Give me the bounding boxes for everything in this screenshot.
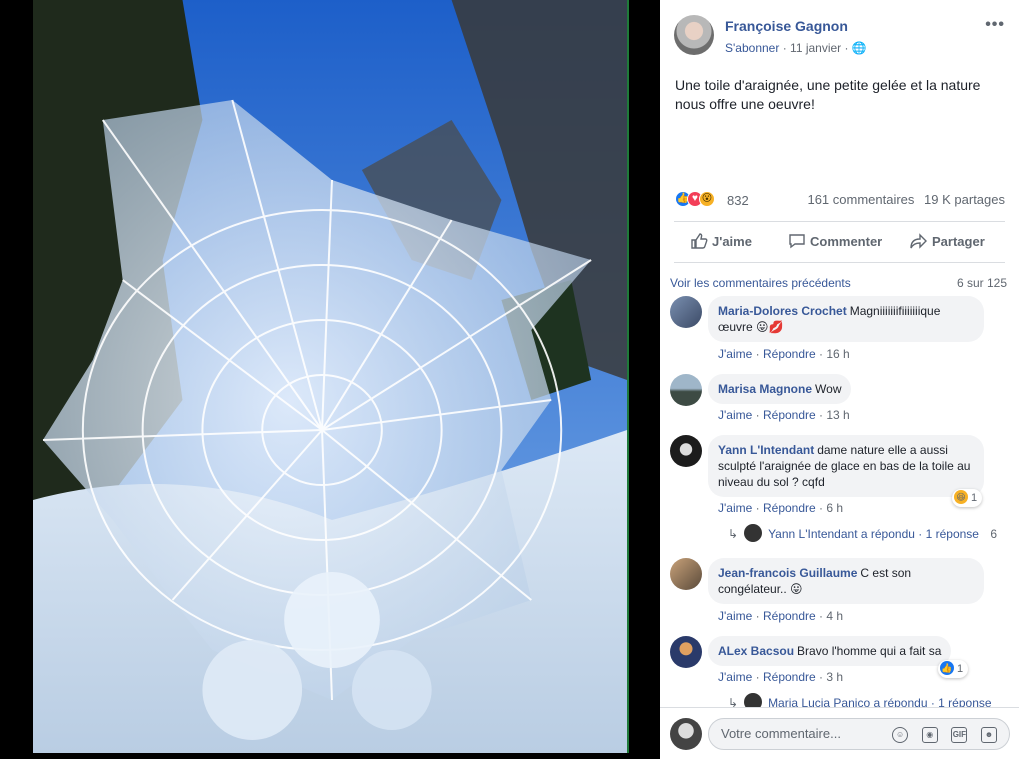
like-reaction-icon: 👍 xyxy=(940,661,954,676)
shares-count[interactable]: 19 K partages xyxy=(924,192,1005,207)
comment-composer: Votre commentaire... ☺ ◉ GIF ☻ xyxy=(660,707,1019,759)
globe-icon: 🌐 xyxy=(851,41,867,55)
comment-actions: J'aime · Répondre · 3 h xyxy=(718,670,844,684)
reply-avatar xyxy=(744,524,763,543)
post-text: Une toile d'araignée, une petite gelée e… xyxy=(675,77,981,112)
more-options-icon[interactable]: ••• xyxy=(985,16,1005,34)
comment-bubble: Yann L'Intendant dame nature elle a aussi… xyxy=(708,435,984,497)
commenter-name[interactable]: Jean-francois Guillaume xyxy=(718,566,857,580)
reply-author[interactable]: Maria Lucia Panico a répondu xyxy=(768,696,927,707)
commenter-avatar[interactable] xyxy=(670,296,702,328)
commenter-name[interactable]: Maria-Dolores Crochet xyxy=(718,304,847,318)
commenter-avatar[interactable] xyxy=(670,374,702,406)
comment-reply-link[interactable]: Répondre xyxy=(763,670,816,684)
comment-like-link[interactable]: J'aime xyxy=(718,501,752,515)
photo-viewer xyxy=(0,0,660,759)
comment-actions: J'aime · Répondre · 16 h xyxy=(718,347,850,361)
comment-bubble: ALex Bacsou Bravo l'homme qui a fait sa xyxy=(708,636,952,666)
comment-actions: J'aime · Répondre · 13 h xyxy=(718,408,850,422)
share-button[interactable]: Partager xyxy=(910,222,985,262)
reply-author[interactable]: Yann L'Intendant a répondu xyxy=(768,527,915,541)
post-photo[interactable] xyxy=(33,0,629,753)
like-button[interactable]: J'aime xyxy=(690,222,752,262)
share-label: Partager xyxy=(932,234,985,249)
comment-reactions-badge[interactable]: 😆 1 xyxy=(952,489,983,507)
comment-bubble: Jean-francois Guillaume C est son congéla… xyxy=(708,558,984,604)
post-actions: J'aime Commenter Partager xyxy=(674,221,1005,263)
like-label: J'aime xyxy=(712,234,752,249)
emoji-icon[interactable]: ☺ xyxy=(892,726,909,743)
meta-separator: · xyxy=(782,41,791,55)
reaction-count: 1 xyxy=(971,492,978,504)
sticker-icon[interactable]: ☻ xyxy=(981,726,997,743)
haha-reaction-icon: 😆 xyxy=(954,490,968,505)
post-header: Françoise Gagnon S'abonner · 11 janvier … xyxy=(674,14,1009,60)
reply-count[interactable]: 1 réponse xyxy=(926,527,979,541)
comments-pagination-count: 6 sur 125 xyxy=(956,276,1007,290)
share-icon xyxy=(910,233,927,249)
gif-icon[interactable]: GIF xyxy=(951,726,968,743)
comment-time[interactable]: 3 h xyxy=(826,670,843,684)
commenter-name[interactable]: Yann L'Intendant xyxy=(718,443,814,457)
replies-row[interactable]: ↳ Maria Lucia Panico a répondu · 1 répons… xyxy=(728,693,992,707)
reply-arrow-icon: ↳ xyxy=(728,696,739,707)
comment-time[interactable]: 6 h xyxy=(826,501,843,515)
comment-like-link[interactable]: J'aime xyxy=(718,670,752,684)
comment-reply-link[interactable]: Répondre xyxy=(763,501,816,515)
comment-text: Wow xyxy=(815,382,842,396)
commenter-avatar[interactable] xyxy=(670,558,702,590)
comment-like-link[interactable]: J'aime xyxy=(718,347,752,361)
comment-bubble: Marisa Magnone Wow xyxy=(708,374,852,404)
comment-icon xyxy=(789,234,805,249)
ice-spiderweb-image xyxy=(33,0,627,753)
meta-separator: · xyxy=(844,41,852,55)
comment-input-placeholder: Votre commentaire... xyxy=(721,726,841,741)
camera-icon[interactable]: ◉ xyxy=(921,726,938,743)
comment-label: Commenter xyxy=(810,234,883,249)
commenter-name[interactable]: ALex Bacsou xyxy=(718,644,794,658)
reply-count[interactable]: 1 réponse xyxy=(938,696,991,707)
comment-time[interactable]: 16 h xyxy=(826,347,849,361)
comment-like-link[interactable]: J'aime xyxy=(718,609,752,623)
thumbs-up-icon xyxy=(691,233,708,249)
author-avatar[interactable] xyxy=(674,15,714,55)
comment-text: Bravo l'homme qui a fait sa xyxy=(797,644,942,658)
commenter-name[interactable]: Marisa Magnone xyxy=(718,382,812,396)
wow-reaction-icon: 😮 xyxy=(699,191,715,207)
reply-separator: · xyxy=(914,527,926,541)
reaction-count: 1 xyxy=(957,663,964,675)
comment-reply-link[interactable]: Répondre xyxy=(763,408,816,422)
commenter-avatar[interactable] xyxy=(670,636,702,668)
commenter-avatar[interactable] xyxy=(670,435,702,467)
post-meta: S'abonner · 11 janvier · 🌐 xyxy=(725,41,867,55)
view-previous-comments-link[interactable]: Voir les commentaires précédents xyxy=(670,276,851,290)
author-name[interactable]: Françoise Gagnon xyxy=(725,18,848,34)
reply-extra: 6 xyxy=(990,527,997,541)
comment-actions: J'aime · Répondre · 4 h xyxy=(718,609,844,623)
comments-section: Voir les commentaires précédents 6 sur 1… xyxy=(660,264,1019,707)
comment-reply-link[interactable]: Répondre xyxy=(763,609,816,623)
comment-reactions-badge[interactable]: 👍 1 xyxy=(938,660,969,678)
reply-arrow-icon: ↳ xyxy=(728,527,739,541)
current-user-avatar xyxy=(670,718,702,750)
comment-time[interactable]: 13 h xyxy=(826,408,849,422)
follow-link[interactable]: S'abonner xyxy=(725,41,779,55)
reply-avatar xyxy=(744,693,763,707)
post-date[interactable]: 11 janvier xyxy=(790,41,841,55)
post-panel: Françoise Gagnon S'abonner · 11 janvier … xyxy=(660,0,1019,759)
comment-input[interactable]: Votre commentaire... ☺ ◉ GIF ☻ xyxy=(708,718,1010,750)
comment-actions: J'aime · Répondre · 6 h xyxy=(718,501,844,515)
comment-bubble: Maria-Dolores Crochet Magniiiiiiifiiiiiii… xyxy=(708,296,984,342)
stats-right: 161 commentaires 19 K partages xyxy=(801,192,1005,207)
previous-comments-bar: Voir les commentaires précédents 6 sur 1… xyxy=(670,276,1007,290)
comments-count[interactable]: 161 commentaires xyxy=(807,192,914,207)
post-stats: 👍 ♥ 😮 832 161 commentaires 19 K partages xyxy=(675,190,1005,210)
replies-row[interactable]: ↳ Yann L'Intendant a répondu · 1 réponse … xyxy=(728,524,997,543)
reactions-count: 832 xyxy=(727,193,749,208)
reply-separator: · xyxy=(927,696,939,707)
comment-time[interactable]: 4 h xyxy=(826,609,843,623)
comment-reply-link[interactable]: Répondre xyxy=(763,347,816,361)
comment-like-link[interactable]: J'aime xyxy=(718,408,752,422)
composer-icons: ☺ ◉ GIF ☻ xyxy=(882,719,997,749)
